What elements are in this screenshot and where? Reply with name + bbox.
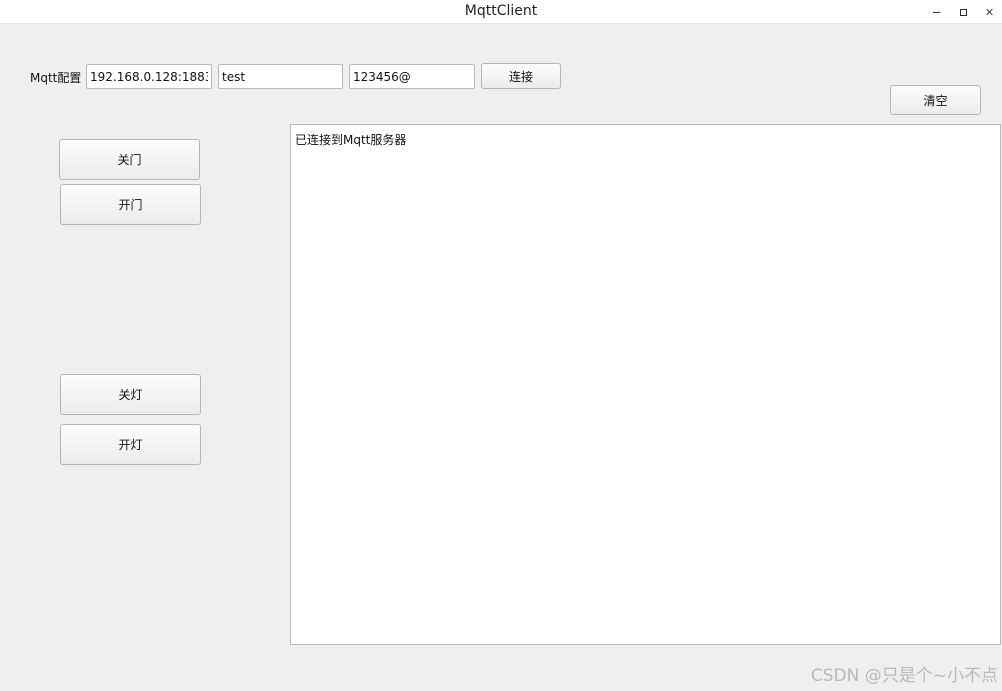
host-input[interactable] [86,64,212,89]
log-line: 已连接到Mqtt服务器 [295,133,407,147]
maximize-icon [959,8,967,16]
watermark: CSDN @只是个~小不点 [810,666,998,686]
light-off-button[interactable]: 关灯 [60,374,201,415]
close-door-button[interactable]: 关门 [59,139,200,180]
app-window: MqttClient Mqtt配置 连接 清空 关门 开门 关灯 开灯 已连接到… [0,0,1002,691]
minimize-button[interactable] [926,2,946,22]
clear-button[interactable]: 清空 [890,85,981,115]
open-door-button[interactable]: 开门 [60,184,201,225]
message-log[interactable]: 已连接到Mqtt服务器 [290,124,1001,645]
connect-button[interactable]: 连接 [481,63,561,89]
close-button[interactable] [980,2,1000,22]
username-input[interactable] [218,64,343,89]
maximize-button[interactable] [953,2,973,22]
window-title: MqttClient [464,3,538,19]
title-bar: MqttClient [0,0,1002,24]
close-icon [986,8,994,16]
light-on-button[interactable]: 开灯 [60,424,201,465]
minimize-icon [932,11,940,13]
mqtt-config-label: Mqtt配置 [30,71,82,85]
password-input[interactable] [349,64,475,89]
